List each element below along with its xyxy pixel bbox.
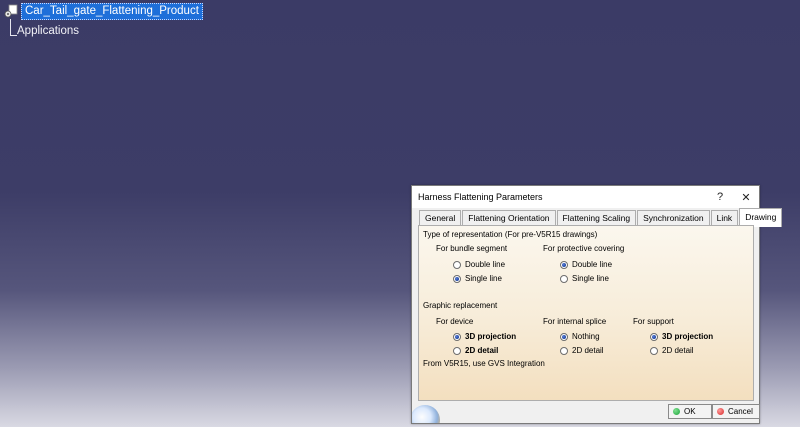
product-icon: [4, 4, 18, 18]
protective-covering-single-line-radio[interactable]: Single line: [560, 274, 609, 283]
tab-link[interactable]: Link: [710, 210, 739, 226]
graphic-replacement-heading: Graphic replacement: [423, 301, 498, 310]
bundle-segment-double-line-radio[interactable]: Double line: [453, 260, 505, 269]
device-3d-projection-radio[interactable]: 3D projection: [453, 332, 516, 341]
internal-splice-label: For internal splice: [543, 317, 607, 326]
dialog-title: Harness Flattening Parameters: [418, 192, 543, 202]
radio-off-icon: [650, 346, 658, 355]
radio-off-icon: [453, 260, 461, 269]
radio-off-icon: [560, 274, 568, 283]
tab-strip: General Flattening Orientation Flattenin…: [419, 208, 783, 227]
protective-covering-double-line-radio[interactable]: Double line: [560, 260, 612, 269]
radio-off-icon: [560, 346, 568, 355]
tree-connector: [10, 19, 11, 36]
internal-splice-2d-detail-radio[interactable]: 2D detail: [560, 346, 604, 355]
cancel-icon: [717, 408, 724, 415]
radio-on-icon: [560, 260, 568, 269]
device-2d-detail-radio[interactable]: 2D detail: [453, 346, 498, 355]
internal-splice-nothing-radio[interactable]: Nothing: [560, 332, 600, 341]
radio-on-icon: [560, 332, 568, 341]
protective-covering-label: For protective covering: [543, 244, 625, 253]
cancel-button[interactable]: Cancel: [712, 404, 760, 419]
support-label: For support: [633, 317, 674, 326]
bundle-segment-single-line-radio[interactable]: Single line: [453, 274, 502, 283]
catia-logo-icon: [412, 403, 442, 423]
ok-icon: [673, 408, 680, 415]
device-label: For device: [436, 317, 474, 326]
tab-flattening-orientation[interactable]: Flattening Orientation: [462, 210, 556, 226]
radio-on-icon: [650, 332, 658, 341]
radio-off-icon: [453, 346, 461, 355]
help-button[interactable]: ?: [707, 191, 733, 203]
dialog-titlebar[interactable]: Harness Flattening Parameters ? ✕: [412, 186, 759, 208]
ok-button[interactable]: OK: [668, 404, 712, 419]
representation-heading: Type of representation (For pre-V5R15 dr…: [423, 230, 598, 239]
tab-synchronization[interactable]: Synchronization: [637, 210, 710, 226]
tree-root-label[interactable]: Car_Tail_gate_Flattening_Product: [21, 2, 203, 20]
tree-root-node[interactable]: Car_Tail_gate_Flattening_Product: [4, 2, 203, 20]
tab-general[interactable]: General: [419, 210, 462, 226]
tab-flattening-scaling[interactable]: Flattening Scaling: [556, 210, 637, 226]
harness-flattening-parameters-dialog: Harness Flattening Parameters ? ✕ Genera…: [411, 185, 783, 424]
bundle-segment-label: For bundle segment: [436, 244, 508, 253]
radio-on-icon: [453, 274, 461, 283]
radio-on-icon: [453, 332, 461, 341]
tree-connector-branch: [10, 35, 17, 36]
support-3d-projection-radio[interactable]: 3D projection: [650, 332, 713, 341]
drawing-panel: Type of representation (For pre-V5R15 dr…: [418, 225, 754, 401]
tree-node-applications[interactable]: Applications: [17, 25, 79, 37]
gvs-note: From V5R15, use GVS Integration: [423, 359, 545, 368]
close-button[interactable]: ✕: [733, 191, 759, 204]
support-2d-detail-radio[interactable]: 2D detail: [650, 346, 694, 355]
